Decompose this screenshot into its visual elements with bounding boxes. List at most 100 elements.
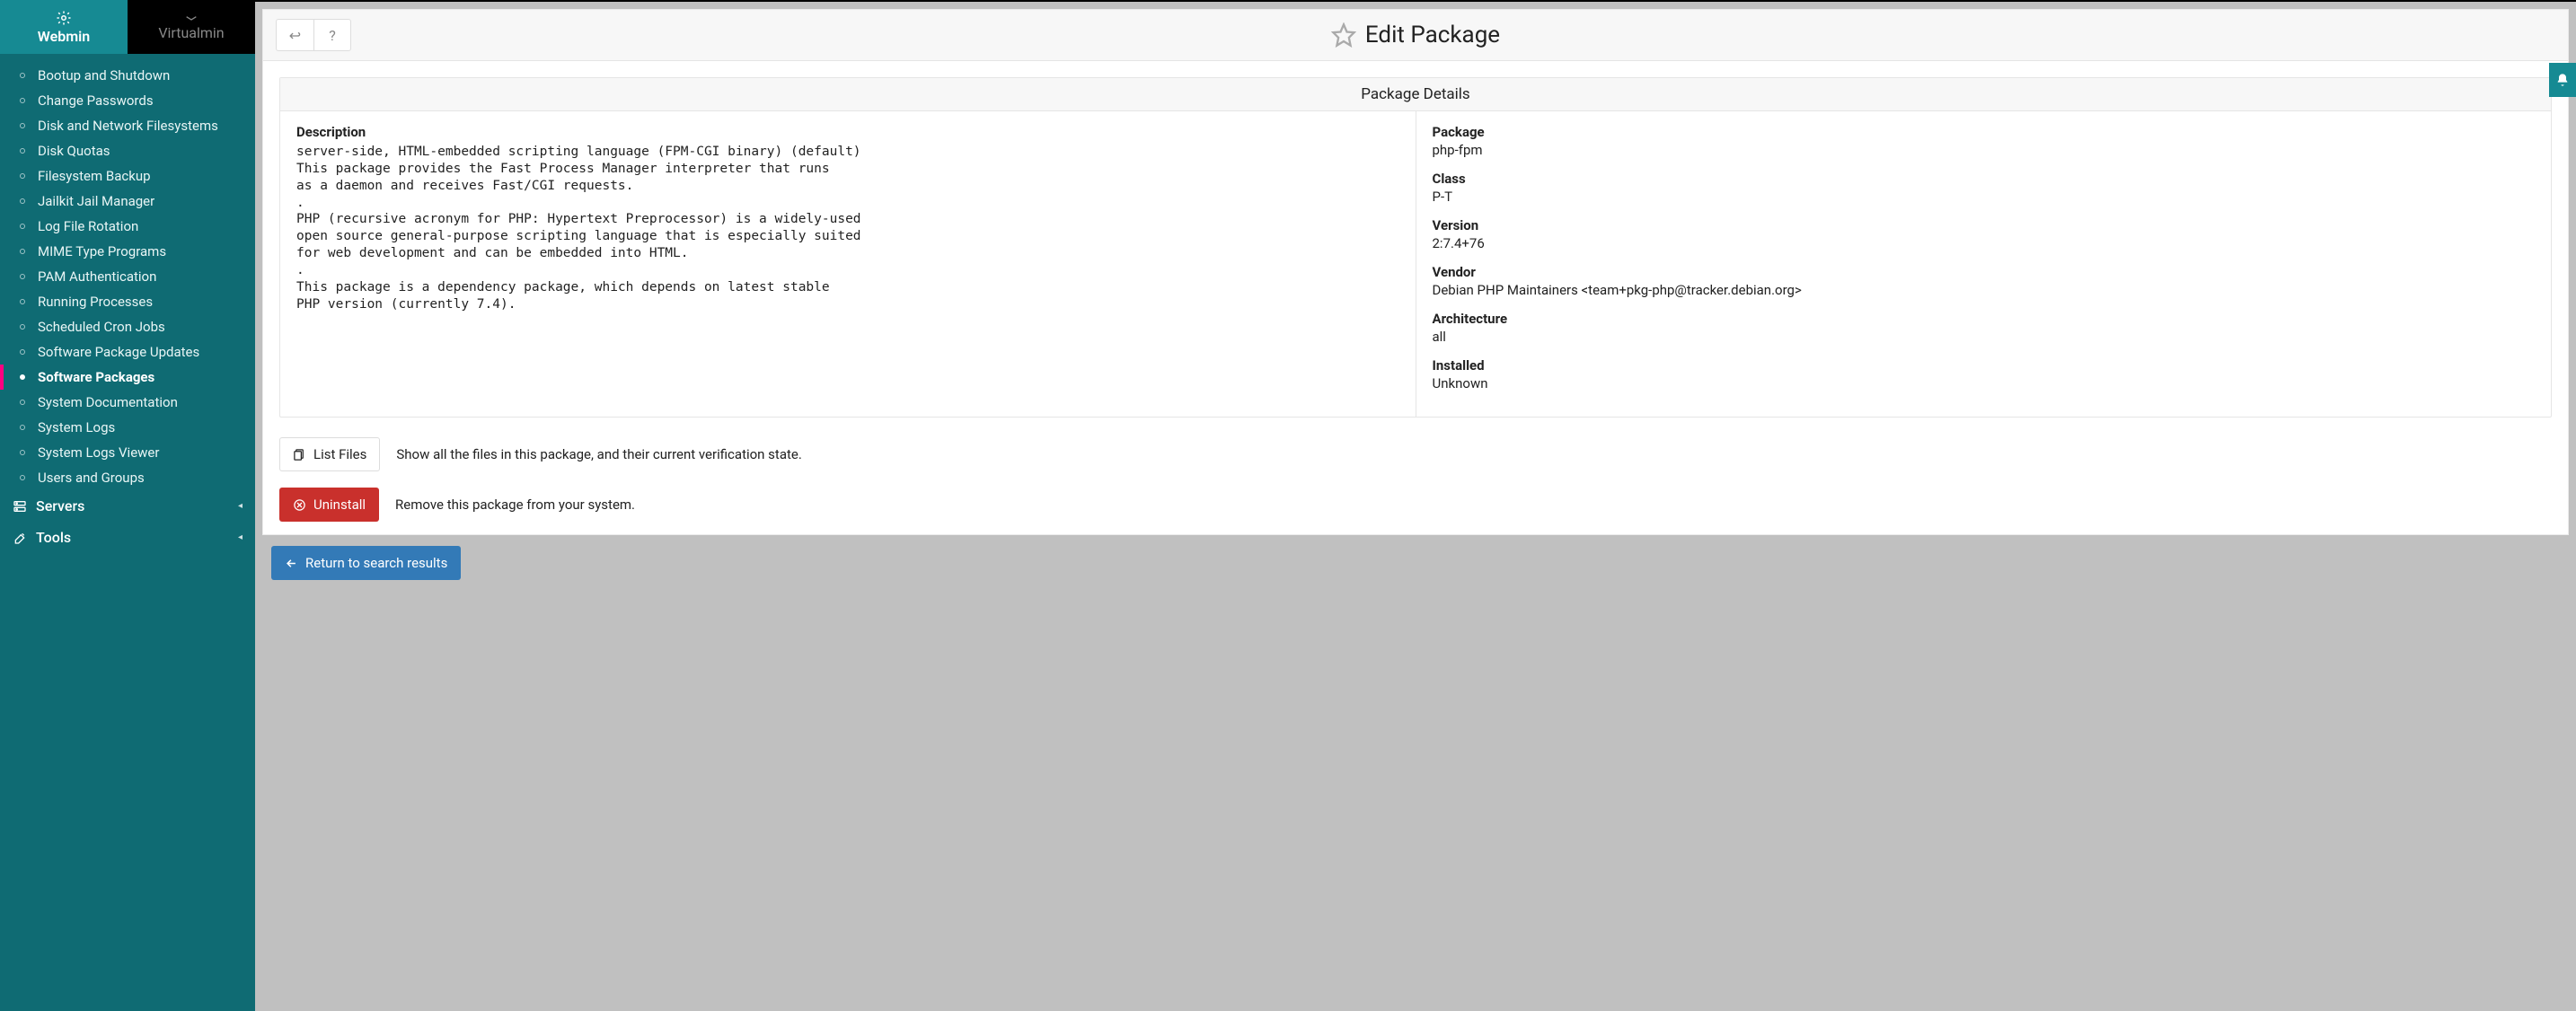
sidebar-item-label: Filesystem Backup	[38, 168, 151, 184]
webmin-icon	[56, 10, 72, 26]
meta-label: Architecture	[1433, 311, 2536, 327]
help-button[interactable]: ?	[313, 19, 351, 51]
sidebar-item[interactable]: Users and Groups	[0, 465, 255, 490]
sidebar-item[interactable]: PAM Authentication	[0, 264, 255, 289]
bullet-icon	[20, 450, 25, 455]
uninstall-label: Uninstall	[313, 497, 366, 513]
sidebar-item-label: Log File Rotation	[38, 218, 138, 234]
sidebar-item-label: System Documentation	[38, 394, 178, 410]
sidebar-item-label: System Logs Viewer	[38, 444, 159, 461]
meta-label: Class	[1433, 171, 2536, 187]
bullet-icon	[20, 73, 25, 78]
sidebar-item[interactable]: Scheduled Cron Jobs	[0, 314, 255, 339]
page-header: ↩ ? Edit Package	[263, 10, 2568, 61]
sidebar-item-label: PAM Authentication	[38, 268, 156, 285]
sidebar-item[interactable]: Change Passwords	[0, 88, 255, 113]
remove-icon	[293, 498, 306, 512]
sidebar-section-tools[interactable]: Tools ◂	[0, 522, 255, 553]
meta-value: Unknown	[1433, 375, 2536, 391]
meta-package: Package php-fpm	[1433, 124, 2536, 158]
meta-value: Debian PHP Maintainers <team+pkg-php@tra…	[1433, 282, 2536, 298]
bullet-icon	[20, 374, 25, 380]
meta-column: Package php-fpm Class P-T Version 2:7.4+…	[1416, 111, 2552, 417]
help-icon: ?	[329, 27, 336, 44]
bullet-icon	[20, 198, 25, 204]
caret-left-icon: ◂	[238, 501, 243, 511]
sidebar-item[interactable]: System Logs	[0, 415, 255, 440]
sidebar-section-servers[interactable]: Servers ◂	[0, 490, 255, 522]
bullet-icon	[20, 224, 25, 229]
sidebar-item-label: MIME Type Programs	[38, 243, 166, 259]
main: ↩ ? Edit Package Package Details Descrip…	[255, 0, 2576, 1011]
servers-icon	[13, 499, 27, 514]
arrow-left-icon	[285, 557, 298, 570]
page-title-wrap: Edit Package	[351, 22, 2480, 48]
sidebar-item[interactable]: Disk Quotas	[0, 138, 255, 163]
action-list-files-row: List Files Show all the files in this pa…	[263, 434, 2568, 484]
bullet-icon	[20, 299, 25, 304]
page-title: Edit Package	[1365, 22, 1500, 48]
return-label: Return to search results	[305, 555, 447, 571]
sidebar: Webmin Virtualmin Bootup and Shutdown Cha…	[0, 0, 255, 1011]
sidebar-item[interactable]: Bootup and Shutdown	[0, 63, 255, 88]
description-text: server-side, HTML-embedded scripting lan…	[296, 144, 1399, 312]
meta-value: php-fpm	[1433, 142, 2536, 158]
sidebar-item[interactable]: Jailkit Jail Manager	[0, 189, 255, 214]
sidebar-item[interactable]: Log File Rotation	[0, 214, 255, 239]
star-icon[interactable]	[1331, 22, 1356, 48]
tab-webmin[interactable]: Webmin	[0, 0, 128, 54]
sidebar-item-label: Scheduled Cron Jobs	[38, 319, 165, 335]
sidebar-item[interactable]: Running Processes	[0, 289, 255, 314]
tab-virtualmin[interactable]: Virtualmin	[128, 0, 255, 54]
meta-version: Version 2:7.4+76	[1433, 217, 2536, 251]
sidebar-item-label: Change Passwords	[38, 92, 154, 109]
meta-label: Installed	[1433, 357, 2536, 374]
bullet-icon	[20, 123, 25, 128]
header-nav-buttons: ↩ ?	[276, 19, 351, 51]
bullet-icon	[20, 475, 25, 480]
description-column: Description server-side, HTML-embedded s…	[280, 111, 1416, 417]
sidebar-section-label: Servers	[36, 497, 84, 514]
tools-icon	[13, 531, 27, 545]
bullet-icon	[20, 274, 25, 279]
meta-class: Class P-T	[1433, 171, 2536, 205]
list-files-label: List Files	[313, 446, 366, 462]
description-label: Description	[296, 124, 1399, 140]
sidebar-item-label: System Logs	[38, 419, 115, 435]
sidebar-item[interactable]: System Documentation	[0, 390, 255, 415]
list-files-desc: Show all the files in this package, and …	[396, 446, 801, 462]
tab-webmin-label: Webmin	[38, 28, 90, 45]
sidebar-item-label: Users and Groups	[38, 470, 145, 486]
sidebar-item[interactable]: Software Packages	[0, 365, 255, 390]
uninstall-desc: Remove this package from your system.	[395, 497, 635, 513]
sidebar-section-label: Tools	[36, 529, 71, 546]
sidebar-item-label: Software Package Updates	[38, 344, 199, 360]
bullet-icon	[20, 400, 25, 405]
bullet-icon	[20, 349, 25, 355]
chevron-down-icon	[184, 13, 198, 22]
sidebar-item-label: Software Packages	[38, 369, 154, 385]
bullet-icon	[20, 98, 25, 103]
bullet-icon	[20, 148, 25, 154]
notifications-tab[interactable]	[2549, 63, 2576, 97]
meta-label: Package	[1433, 124, 2536, 140]
meta-value: P-T	[1433, 189, 2536, 205]
sidebar-nav: Bootup and Shutdown Change Passwords Disk …	[0, 54, 255, 490]
caret-left-icon: ◂	[238, 532, 243, 542]
sidebar-item[interactable]: System Logs Viewer	[0, 440, 255, 465]
sidebar-item[interactable]: Filesystem Backup	[0, 163, 255, 189]
uninstall-button[interactable]: Uninstall	[279, 488, 379, 522]
sidebar-item[interactable]: MIME Type Programs	[0, 239, 255, 264]
bullet-icon	[20, 249, 25, 254]
sidebar-item[interactable]: Software Package Updates	[0, 339, 255, 365]
bell-icon	[2555, 73, 2570, 87]
sidebar-item[interactable]: Disk and Network Filesystems	[0, 113, 255, 138]
return-row: Return to search results	[255, 535, 2576, 596]
files-icon	[293, 448, 306, 462]
list-files-button[interactable]: List Files	[279, 437, 380, 471]
return-button[interactable]: Return to search results	[271, 546, 461, 580]
product-tabs: Webmin Virtualmin	[0, 0, 255, 54]
back-button[interactable]: ↩	[276, 19, 313, 51]
action-uninstall-row: Uninstall Remove this package from your …	[263, 484, 2568, 534]
meta-installed: Installed Unknown	[1433, 357, 2536, 391]
